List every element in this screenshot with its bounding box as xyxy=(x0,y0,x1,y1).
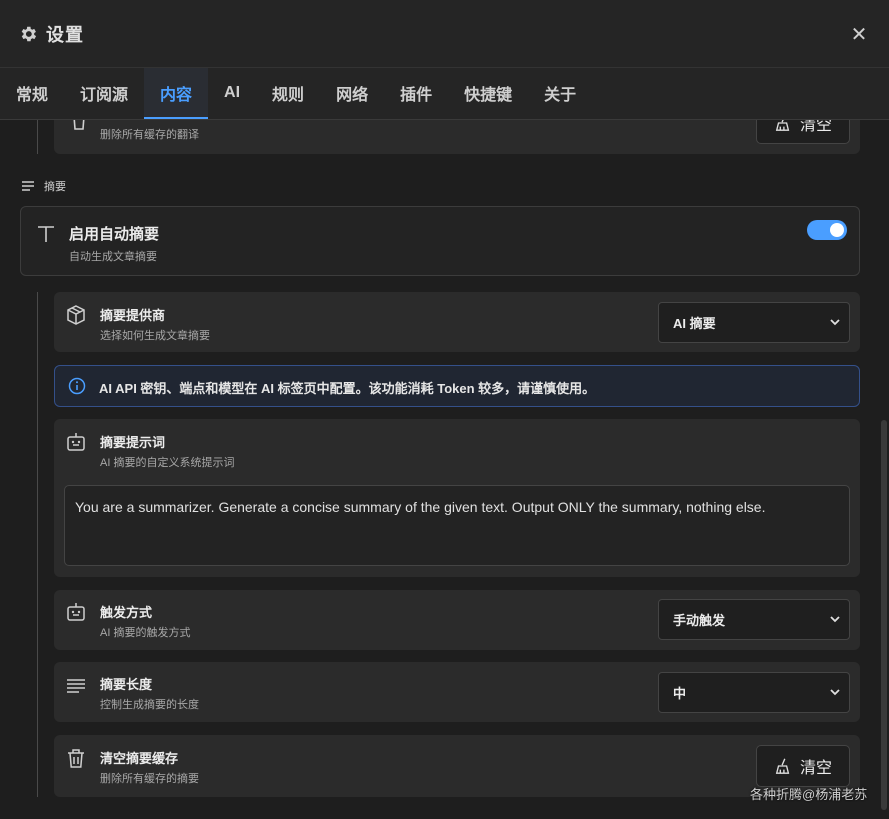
tab-about[interactable]: 关于 xyxy=(528,68,592,119)
chevron-down-icon xyxy=(830,689,840,696)
close-icon[interactable]: ✕ xyxy=(847,22,871,46)
robot-icon xyxy=(65,431,87,453)
summary-section-heading: 摘要 xyxy=(44,181,66,193)
clear-summary-cache-subtitle: 删除所有缓存的摘要 xyxy=(100,773,199,785)
content-scrollbar[interactable] xyxy=(881,420,887,810)
settings-title: 设置 xyxy=(46,24,84,45)
enable-summary-subtitle: 自动生成文章摘要 xyxy=(69,251,157,263)
summary-provider-title: 摘要提供商 xyxy=(100,308,166,323)
trash-icon xyxy=(65,747,87,769)
summary-trigger-value: 手动触发 xyxy=(673,613,726,628)
summary-trigger-title: 触发方式 xyxy=(100,605,153,620)
settings-titlebar: 设置 ✕ xyxy=(0,0,889,68)
enable-summary-title: 启用自动摘要 xyxy=(69,226,160,243)
lines-icon xyxy=(65,675,87,697)
text-t-icon xyxy=(35,223,57,245)
summary-length-value: 中 xyxy=(673,686,687,701)
gear-icon xyxy=(21,26,37,41)
clear-translation-cache-button[interactable]: 清空 xyxy=(756,120,850,144)
clear-translation-cache-subtitle: 删除所有缓存的翻译 xyxy=(100,129,199,141)
box-icon xyxy=(65,304,87,326)
clear-summary-cache-button[interactable]: 清空 xyxy=(756,745,850,787)
summary-prompt-textarea[interactable]: You are a summarizer. Generate a concise… xyxy=(64,485,850,566)
summary-prompt-subtitle: AI 摘要的自定义系统提示词 xyxy=(100,457,235,469)
settings-tabs: 常规 订阅源 内容 AI 规则 网络 插件 快捷键 关于 xyxy=(0,68,889,120)
clear-translation-cache-row: 删除所有缓存的翻译 xyxy=(54,120,860,154)
broom-icon xyxy=(775,120,790,131)
summary-length-title: 摘要长度 xyxy=(100,677,153,692)
summary-prompt-text: You are a summarizer. Generate a concise… xyxy=(75,499,766,515)
summary-group-guide-line xyxy=(37,292,38,797)
broom-icon xyxy=(775,758,790,774)
watermark: 各种折腾@杨浦老苏 xyxy=(750,787,868,802)
summary-trigger-subtitle: AI 摘要的触发方式 xyxy=(100,627,191,639)
toggle-knob xyxy=(830,223,844,237)
summary-prompt-row: 摘要提示词 AI 摘要的自定义系统提示词 You are a summarize… xyxy=(54,419,860,577)
tab-shortcuts[interactable]: 快捷键 xyxy=(448,68,528,119)
clear-summary-cache-row: 清空摘要缓存 删除所有缓存的摘要 xyxy=(54,735,860,797)
summary-length-subtitle: 控制生成摘要的长度 xyxy=(100,699,199,711)
tab-rules[interactable]: 规则 xyxy=(256,68,320,119)
tab-network[interactable]: 网络 xyxy=(320,68,384,119)
group-guide-line xyxy=(37,120,38,154)
summary-provider-select[interactable]: AI 摘要 xyxy=(658,302,850,343)
tab-feeds[interactable]: 订阅源 xyxy=(64,68,144,119)
lines-icon xyxy=(22,181,34,191)
clear-summary-cache-title: 清空摘要缓存 xyxy=(100,751,179,766)
tab-content[interactable]: 内容 xyxy=(144,68,209,119)
clear-translation-cache-label: 清空 xyxy=(799,120,832,134)
chevron-down-icon xyxy=(830,319,840,326)
robot-icon xyxy=(65,601,87,623)
chevron-down-icon xyxy=(830,616,840,623)
enable-summary-toggle[interactable] xyxy=(807,220,847,240)
ai-config-info-text: AI API 密钥、端点和模型在 AI 标签页中配置。该功能消耗 Token 较… xyxy=(99,381,596,396)
info-icon xyxy=(68,377,86,395)
trash-icon xyxy=(68,120,90,132)
summary-provider-subtitle: 选择如何生成文章摘要 xyxy=(100,330,210,342)
ai-config-info-banner: AI API 密钥、端点和模型在 AI 标签页中配置。该功能消耗 Token 较… xyxy=(54,365,860,407)
tab-ai[interactable]: AI xyxy=(208,68,256,119)
summary-trigger-select[interactable]: 手动触发 xyxy=(658,599,850,640)
summary-length-select[interactable]: 中 xyxy=(658,672,850,713)
tab-general[interactable]: 常规 xyxy=(0,68,64,119)
enable-summary-card: 启用自动摘要 自动生成文章摘要 xyxy=(20,206,860,276)
settings-content: 删除所有缓存的翻译 清空 摘要 启用自动摘要 自动生成文章摘要 摘要提供商 选择… xyxy=(0,120,889,819)
clear-summary-cache-label: 清空 xyxy=(799,760,832,777)
tab-plugins[interactable]: 插件 xyxy=(384,68,448,119)
summary-provider-value: AI 摘要 xyxy=(673,316,716,331)
summary-prompt-title: 摘要提示词 xyxy=(100,435,166,450)
